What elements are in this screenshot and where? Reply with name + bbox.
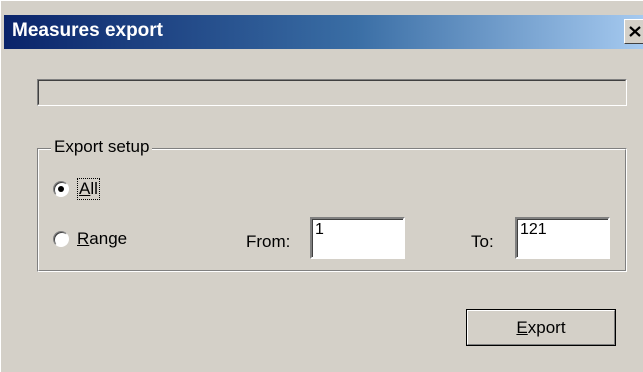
radio-all[interactable]: All <box>53 178 100 200</box>
radio-all-button[interactable] <box>53 181 69 197</box>
radio-range-label: Range <box>77 229 128 248</box>
export-setup-label: Export setup <box>51 137 153 157</box>
from-label: From: <box>246 232 291 251</box>
window-title: Measures export <box>12 20 164 41</box>
to-input[interactable]: 121 <box>515 217 610 259</box>
close-icon <box>629 26 641 37</box>
radio-all-label: All <box>77 178 100 200</box>
export-button-label: Export <box>516 317 566 337</box>
from-input[interactable]: 1 <box>310 217 405 259</box>
radio-range-button[interactable] <box>53 231 69 247</box>
radio-range[interactable]: Range <box>53 229 127 249</box>
measures-export-dialog: Measures export Export setup All Range F… <box>0 0 643 372</box>
to-label: To: <box>471 232 494 251</box>
radio-selected-dot <box>58 186 64 192</box>
title-bar[interactable]: Measures export <box>4 15 643 49</box>
export-progress-bar <box>37 79 627 106</box>
export-button[interactable]: Export <box>466 309 616 346</box>
close-button[interactable] <box>624 19 643 44</box>
